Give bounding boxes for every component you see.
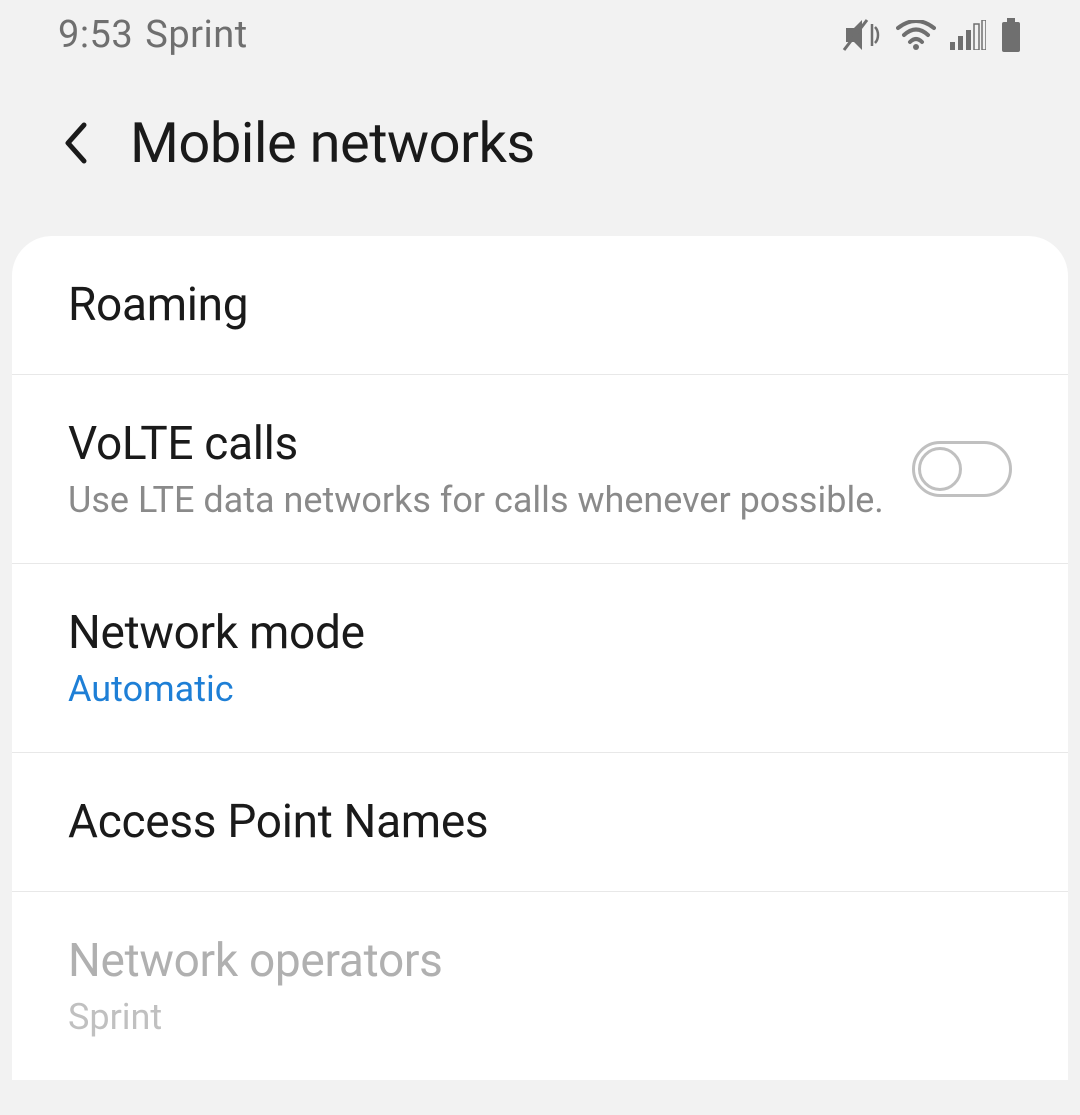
chevron-left-icon <box>62 121 88 165</box>
list-item-content: VoLTE calls Use LTE data networks for ca… <box>68 417 912 521</box>
back-button[interactable] <box>60 118 90 168</box>
status-bar: 9:53 Sprint <box>0 0 1080 70</box>
wifi-icon <box>896 20 936 50</box>
network-mode-title: Network mode <box>68 606 1012 660</box>
battery-icon <box>1000 18 1022 52</box>
roaming-title: Roaming <box>68 278 1012 332</box>
apn-item[interactable]: Access Point Names <box>12 753 1068 892</box>
volte-title: VoLTE calls <box>68 417 912 471</box>
network-mode-value: Automatic <box>68 668 1012 710</box>
volte-toggle[interactable] <box>912 441 1012 497</box>
apn-title: Access Point Names <box>68 795 1012 849</box>
list-item-content: Roaming <box>68 278 1012 332</box>
list-item-content: Network operators Sprint <box>68 934 1012 1038</box>
settings-card: Roaming VoLTE calls Use LTE data network… <box>12 236 1068 1080</box>
list-item-content: Access Point Names <box>68 795 1012 849</box>
status-time: 9:53 <box>58 13 133 57</box>
status-right <box>842 18 1022 52</box>
network-operators-title: Network operators <box>68 934 1012 988</box>
header: Mobile networks <box>0 70 1080 236</box>
network-operators-subtitle: Sprint <box>68 996 1012 1038</box>
signal-icon <box>950 20 986 50</box>
mute-vibrate-icon <box>842 18 882 52</box>
volte-subtitle: Use LTE data networks for calls whenever… <box>68 479 912 521</box>
toggle-knob <box>918 447 962 491</box>
network-operators-item: Network operators Sprint <box>12 892 1068 1080</box>
volte-calls-item[interactable]: VoLTE calls Use LTE data networks for ca… <box>12 375 1068 564</box>
list-item-content: Network mode Automatic <box>68 606 1012 710</box>
status-left: 9:53 Sprint <box>58 13 248 57</box>
page-title: Mobile networks <box>130 110 535 176</box>
status-carrier: Sprint <box>145 13 247 57</box>
roaming-item[interactable]: Roaming <box>12 236 1068 375</box>
network-mode-item[interactable]: Network mode Automatic <box>12 564 1068 753</box>
